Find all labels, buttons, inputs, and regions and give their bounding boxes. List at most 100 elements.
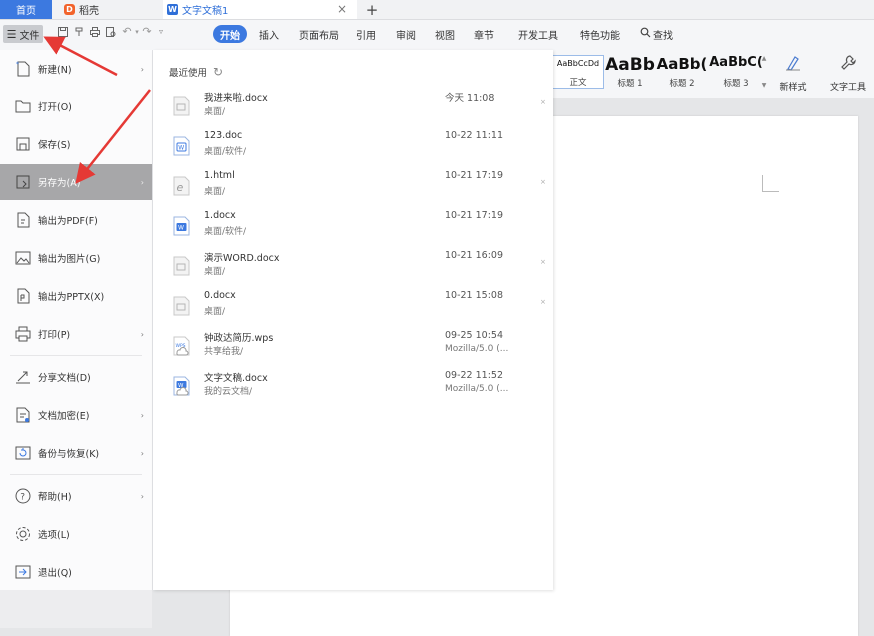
- file-menu: * 新建(N) › 打开(O) 保存(S) 另存为(A) › 输出为PDF(F)…: [0, 50, 153, 590]
- file-menu-options[interactable]: 选项(L): [0, 516, 152, 552]
- style-heading-2[interactable]: AaBb( 标题 2: [656, 55, 708, 89]
- recent-file-row[interactable]: WPS 钟政达简历.wps 共享给我/ 09-25 10:54 Mozilla/…: [153, 328, 553, 368]
- print-preview-icon[interactable]: [105, 26, 117, 38]
- new-tab-button[interactable]: +: [362, 0, 382, 19]
- tab-docer[interactable]: D 稻壳: [52, 0, 150, 19]
- ribbon-tab-start[interactable]: 开始: [213, 25, 247, 43]
- ribbon-tab-chapter[interactable]: 章节: [474, 25, 494, 43]
- chevron-right-icon: ›: [140, 177, 144, 187]
- file-menu-help[interactable]: ? 帮助(H) ›: [0, 478, 152, 514]
- save-quick-icon[interactable]: [57, 26, 69, 38]
- new-style-button[interactable]: 新样式: [773, 53, 813, 93]
- ribbon-search[interactable]: 查找: [640, 25, 673, 43]
- style-normal[interactable]: AaBbCcDd 正文: [552, 55, 604, 89]
- file-menu-share[interactable]: 分享文档(D): [0, 359, 152, 395]
- file-menu-label: 打开(O): [38, 102, 72, 113]
- file-menu-backup[interactable]: 备份与恢复(K) ›: [0, 435, 152, 471]
- share-icon: [14, 368, 32, 386]
- doc-cloud-icon: W: [173, 376, 190, 396]
- recent-file-row[interactable]: e 1.html 桌面/ 10-21 17:19 ×: [153, 168, 553, 208]
- pin-icon[interactable]: ×: [540, 258, 546, 266]
- scroll-up-icon[interactable]: ▲: [762, 55, 767, 62]
- recent-file-path: 桌面/: [204, 307, 226, 317]
- file-menu-exit[interactable]: 退出(Q): [0, 554, 152, 590]
- html-file-icon: e: [173, 176, 190, 196]
- style-preview: AaBbC(: [709, 55, 763, 70]
- page-corner-mark: [762, 175, 779, 192]
- chevron-right-icon: ›: [140, 410, 144, 420]
- file-menu-label: 另存为(A): [38, 178, 81, 189]
- file-menu-print[interactable]: 打印(P) ›: [0, 316, 152, 352]
- style-name: 标题 3: [723, 79, 749, 89]
- recent-file-time: 10-21 17:19: [445, 170, 504, 181]
- svg-text:W: W: [178, 145, 184, 152]
- recent-file-source: Mozilla/5.0 (...: [445, 384, 509, 394]
- refresh-icon[interactable]: ↻: [213, 65, 223, 79]
- file-menu-new[interactable]: * 新建(N) ›: [0, 51, 152, 87]
- export-image-icon: [14, 249, 32, 267]
- tab-bar: 首页 D 稻壳 W 文字文稿1 × +: [0, 0, 874, 20]
- recent-file-path: 桌面/: [204, 267, 226, 277]
- chevron-right-icon: ›: [140, 448, 144, 458]
- recent-file-path: 桌面/软件/: [204, 147, 247, 157]
- style-heading-1[interactable]: AaBb 标题 1: [605, 55, 655, 89]
- file-menu-save[interactable]: 保存(S): [0, 126, 152, 162]
- file-menu-label: 新建(N): [38, 65, 72, 76]
- scroll-down-icon[interactable]: ▼: [762, 82, 767, 89]
- ribbon-tab-developer[interactable]: 开发工具: [518, 25, 558, 43]
- chevron-right-icon: ›: [140, 64, 144, 74]
- customize-quick-access-icon[interactable]: ▿: [155, 26, 167, 38]
- recent-file-row[interactable]: 演示WORD.docx 桌面/ 10-21 16:09 ×: [153, 248, 553, 288]
- format-painter-icon[interactable]: [73, 26, 85, 38]
- new-style-icon: [783, 53, 803, 78]
- hamburger-icon: ☰: [6, 27, 17, 41]
- recent-file-row[interactable]: 我进来啦.docx 桌面/ 今天 11:08 ×: [153, 88, 553, 128]
- recent-file-row[interactable]: 0.docx 桌面/ 10-21 15:08 ×: [153, 288, 553, 328]
- file-menu-button[interactable]: ☰ 文件: [3, 25, 43, 43]
- pin-icon[interactable]: ×: [540, 98, 546, 106]
- recent-header-label: 最近使用: [169, 68, 208, 79]
- recent-file-path: 桌面/软件/: [204, 227, 247, 237]
- style-preview: AaBbCcDd: [556, 59, 600, 68]
- tab-document[interactable]: W 文字文稿1 ×: [163, 0, 357, 19]
- file-menu-export-image[interactable]: 输出为图片(G): [0, 240, 152, 276]
- recent-file-name: 123.doc: [204, 130, 243, 141]
- recent-file-source: Mozilla/5.0 (...: [445, 344, 509, 354]
- recent-file-row[interactable]: W 123.doc 桌面/软件/ 10-22 11:11: [153, 128, 553, 168]
- recent-file-name: 1.docx: [204, 210, 236, 221]
- doc-blue-outline-icon: W: [173, 136, 190, 156]
- svg-text:e: e: [177, 181, 184, 194]
- close-tab-icon[interactable]: ×: [337, 2, 347, 16]
- recent-file-path: 共享给我/: [204, 347, 244, 357]
- recent-file-path: 桌面/: [204, 187, 226, 197]
- file-menu-encrypt[interactable]: 文档加密(E) ›: [0, 397, 152, 433]
- tab-home-label: 首页: [16, 6, 36, 17]
- ribbon-tab-view[interactable]: 视图: [435, 25, 455, 43]
- ribbon-tab-review[interactable]: 审阅: [396, 25, 416, 43]
- text-tools-button[interactable]: 文字工具: [823, 53, 873, 93]
- file-menu-export-pdf[interactable]: 输出为PDF(F): [0, 202, 152, 238]
- ribbon-tab-references[interactable]: 引用: [356, 25, 376, 43]
- style-gallery-scroll[interactable]: ▲ ▼: [760, 55, 768, 89]
- doc-gray-icon: [173, 296, 190, 316]
- tab-home[interactable]: 首页: [0, 0, 52, 19]
- file-menu-label: 输出为PPTX(X): [38, 292, 105, 303]
- recent-file-name: 我进来啦.docx: [204, 93, 268, 104]
- writer-doc-icon: W: [167, 4, 178, 15]
- ribbon-tab-page-layout[interactable]: 页面布局: [299, 25, 339, 43]
- style-heading-3[interactable]: AaBbC( 标题 3: [708, 55, 764, 89]
- ribbon-tab-insert[interactable]: 插入: [259, 25, 279, 43]
- ribbon-tab-features[interactable]: 特色功能: [580, 25, 620, 43]
- redo-icon[interactable]: ↷: [141, 26, 153, 38]
- recent-file-row[interactable]: W 文字文稿.docx 我的云文档/ 09-22 11:52 Mozilla/5…: [153, 368, 553, 408]
- exit-icon: [14, 563, 32, 581]
- pin-icon[interactable]: ×: [540, 178, 546, 186]
- recent-file-row[interactable]: W 1.docx 桌面/软件/ 10-21 17:19: [153, 208, 553, 248]
- menu-divider: [10, 355, 142, 356]
- file-menu-save-as[interactable]: 另存为(A) ›: [0, 164, 152, 200]
- print-quick-icon[interactable]: [89, 26, 101, 38]
- file-menu-open[interactable]: 打开(O): [0, 88, 152, 124]
- pin-icon[interactable]: ×: [540, 298, 546, 306]
- file-menu-label: 输出为图片(G): [38, 254, 101, 265]
- file-menu-export-pptx[interactable]: 输出为PPTX(X): [0, 278, 152, 314]
